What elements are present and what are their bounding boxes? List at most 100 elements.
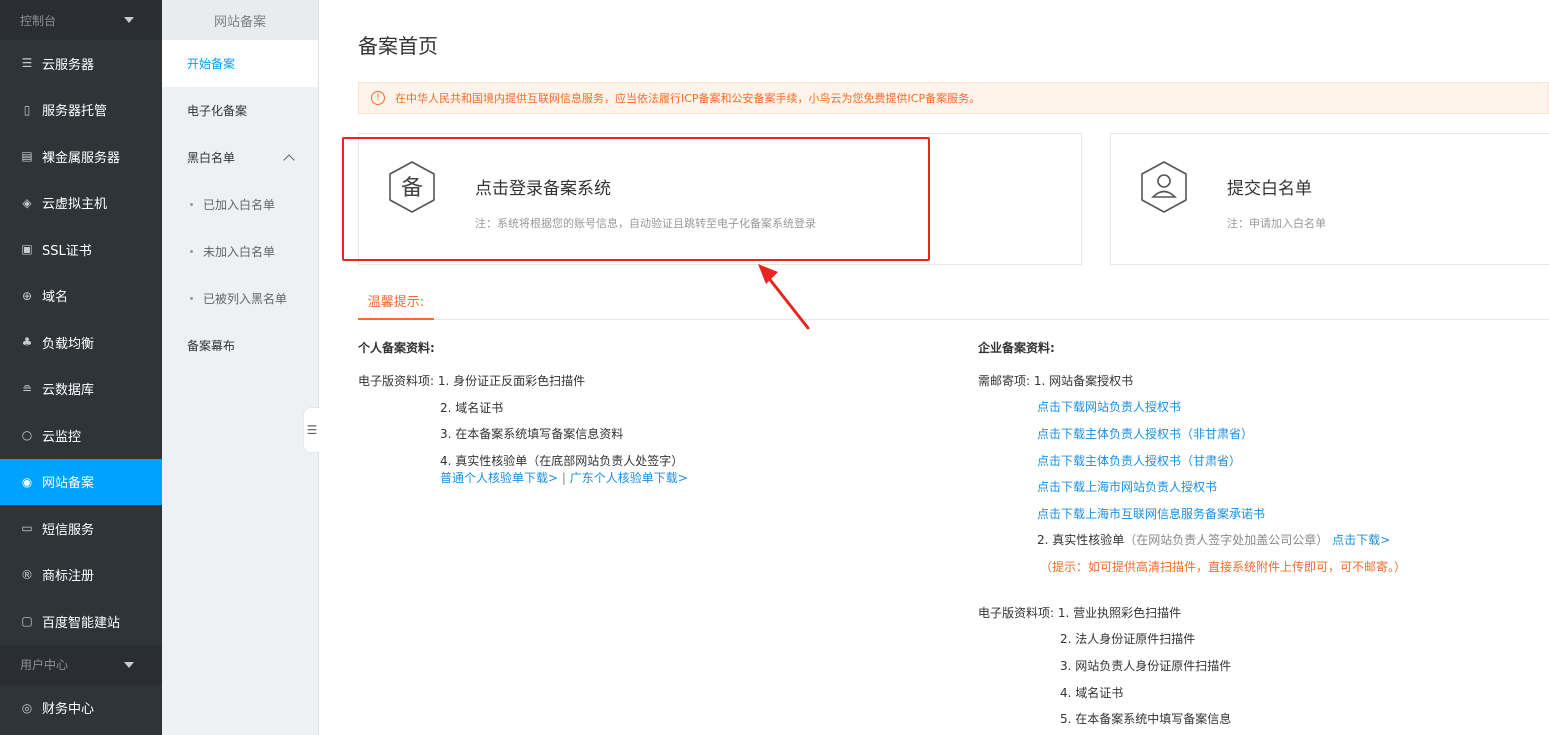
user-center-label: 用户中心 <box>20 658 69 672</box>
bullet-dot-icon <box>190 297 193 300</box>
sidebar-item-cloud-server[interactable]: ☰ 云服务器 <box>0 40 162 87</box>
enterprise-elec-item: 3. 网站负责人身份证原件扫描件 <box>1060 659 1232 673</box>
sidebar-item-label: 商标注册 <box>42 569 95 585</box>
download-verification-link[interactable]: 点击下载> <box>1332 533 1390 547</box>
enterprise-elec-item: 1. 营业执照彩色扫描件 <box>1057 606 1182 620</box>
sidebar-item-website-record[interactable]: ◉ 网站备案 <box>0 458 162 505</box>
download-shanghai-commitment-link[interactable]: 点击下载上海市互联网信息服务备案承诺书 <box>1037 505 1265 522</box>
enterprise-elec-label: 电子版资料项: <box>978 606 1055 620</box>
sidebar-item-hosting[interactable]: ▯ 服务器托管 <box>0 87 162 134</box>
site-builder-icon: ▢ <box>21 614 33 629</box>
caret-down-icon <box>124 661 134 668</box>
user-center-dropdown[interactable]: 用户中心 <box>0 644 162 685</box>
personal-item: 3. 在本备案系统填写备案信息资料 <box>440 427 624 441</box>
main-sidebar: 控制台 ☰ 云服务器 ▯ 服务器托管 ▤ 裸金属服务器 ◈ 云虚拟主机 ▣ SSL证书 ⊕… <box>0 0 162 735</box>
subnav-item-start[interactable]: 开始备案 <box>162 40 318 87</box>
sidebar-item-label: 服务器托管 <box>42 104 108 120</box>
sidebar-item-label: 云数据库 <box>42 383 95 399</box>
subnav-item-label: 开始备案 <box>187 57 236 71</box>
subnav-sub-whitelisted[interactable]: 已加入白名单 <box>162 181 318 228</box>
trademark-icon: ® <box>21 567 33 582</box>
sidebar-item-label: 财务中心 <box>42 702 95 718</box>
personal-links: 普通个人核验单下载> | 广东个人核验单下载> <box>440 469 688 486</box>
enterprise-elec-item: 4. 域名证书 <box>1060 686 1124 700</box>
monitor-icon: ○ <box>21 428 33 443</box>
download-shanghai-authorization-link[interactable]: 点击下载上海市网站负责人授权书 <box>1037 478 1217 495</box>
sidebar-item-bare-metal[interactable]: ▤ 裸金属服务器 <box>0 133 162 180</box>
database-icon: ≘ <box>21 381 33 396</box>
sidebar-item-domain[interactable]: ⊕ 域名 <box>0 273 162 320</box>
download-subject-authorization-non-gansu-link[interactable]: 点击下载主体负责人授权书（非甘肃省） <box>1037 425 1253 442</box>
sidebar-item-virtual-host[interactable]: ◈ 云虚拟主机 <box>0 180 162 227</box>
sidebar-item-label: 裸金属服务器 <box>42 150 121 166</box>
subnav-item-curtain[interactable]: 备案幕布 <box>162 322 318 369</box>
currency-icon: ◎ <box>21 700 33 715</box>
record-badge-icon: 备 <box>389 161 435 213</box>
cube-icon: ◈ <box>22 195 32 210</box>
sidebar-item-load-balance[interactable]: ♣ 负载均衡 <box>0 319 162 366</box>
subnav-sub-blacklisted[interactable]: 已被列入黑名单 <box>162 275 318 322</box>
normal-verification-download-link[interactable]: 普通个人核验单下载> <box>440 471 558 485</box>
subnav-item-blackwhite[interactable]: 黑白名单 <box>162 134 318 181</box>
link-separator: | <box>561 471 566 485</box>
sidebar-item-label: 云监控 <box>42 429 82 445</box>
record-icon: ◉ <box>21 474 33 489</box>
page-title: 备案首页 <box>358 34 438 58</box>
caret-down-icon <box>124 17 134 23</box>
notice-text: 在中华人民共和国境内提供互联网信息服务，应当依法履行ICP备案和公安备案手续，小… <box>395 92 981 105</box>
subnav-item-electronic[interactable]: 电子化备案 <box>162 87 318 134</box>
enterprise-elec-row: 电子版资料项: 1. 营业执照彩色扫描件 <box>978 604 1181 621</box>
enterprise-mail-item-2: 2. 真实性核验单（在网站负责人签字处加盖公司公章） 点击下载> <box>1037 531 1390 548</box>
tips-tabs: 温馨提示: <box>358 283 1549 320</box>
enterprise-mail-item: 1. 网站备案授权书 <box>1033 374 1134 388</box>
sidebar-item-sms[interactable]: ▭ 短信服务 <box>0 505 162 552</box>
tab-tips[interactable]: 温馨提示: <box>358 283 434 320</box>
personal-title: 个人备案资料: <box>358 341 435 355</box>
submit-whitelist-card[interactable]: 提交白名单 注：申请加入白名单 <box>1110 133 1549 265</box>
sidebar-item-trademark[interactable]: ® 商标注册 <box>0 552 162 599</box>
sidebar-item-monitor[interactable]: ○ 云监控 <box>0 412 162 459</box>
personal-row-1: 电子版资料项: 1. 身份证正反面彩色扫描件 <box>358 372 585 389</box>
card-note: 注：申请加入白名单 <box>1227 217 1326 230</box>
sidebar-item-label: 云服务器 <box>42 57 95 73</box>
subnav-item-label: 黑白名单 <box>187 151 236 165</box>
console-dropdown[interactable]: 控制台 <box>0 0 162 40</box>
sidebar-item-ssl[interactable]: ▣ SSL证书 <box>0 226 162 273</box>
subnav-sub-label: 已被列入黑名单 <box>203 292 288 306</box>
menu-icon: ☰ <box>306 423 318 437</box>
enterprise-mail-item: 2. 真实性核验单 <box>1037 533 1125 547</box>
collapse-subnav-button[interactable]: ☰ <box>303 407 320 453</box>
certificate-icon: ▣ <box>21 242 33 257</box>
enterprise-mail-note: （在网站负责人签字处加盖公司公章） <box>1124 533 1329 547</box>
subnav-item-label: 电子化备案 <box>187 104 248 118</box>
balance-icon: ♣ <box>21 335 33 350</box>
sidebar-item-label: 短信服务 <box>42 522 95 538</box>
chevron-up-icon <box>283 153 295 166</box>
login-record-system-card[interactable]: 备 点击登录备案系统 注：系统将根据您的账号信息，自动验证且跳转至电子化备案系统… <box>358 133 1082 265</box>
enterprise-title: 企业备案资料: <box>978 341 1055 355</box>
user-badge-icon <box>1141 161 1187 213</box>
message-icon: ▭ <box>21 521 33 536</box>
badge-char: 备 <box>401 176 423 201</box>
sidebar-item-label: SSL证书 <box>42 243 92 259</box>
enterprise-tip: （提示：如可提供高清扫描件，直接系统附件上传即可，可不邮寄。） <box>1040 560 1407 574</box>
sidebar-item-finance[interactable]: ◎ 财务中心 <box>0 685 162 732</box>
subnav-sub-not-whitelisted[interactable]: 未加入白名单 <box>162 228 318 275</box>
download-site-owner-authorization-link[interactable]: 点击下载网站负责人授权书 <box>1037 398 1181 415</box>
rack-icon: ▯ <box>23 102 31 117</box>
server-list-icon: ☰ <box>21 56 33 71</box>
red-arrow-icon <box>758 264 810 330</box>
sidebar-item-site-builder[interactable]: ▢ 百度智能建站 <box>0 598 162 645</box>
notice-banner: ! 在中华人民共和国境内提供互联网信息服务，应当依法履行ICP备案和公安备案手续… <box>358 82 1549 114</box>
enterprise-elec-item: 5. 在本备案系统中填写备案信息 <box>1060 712 1232 726</box>
bullet-dot-icon <box>190 203 193 206</box>
subnav-title: 网站备案 <box>162 0 318 40</box>
subnav-item-label: 备案幕布 <box>187 339 236 353</box>
sidebar-item-label: 百度智能建站 <box>42 615 121 631</box>
sidebar-item-database[interactable]: ≘ 云数据库 <box>0 366 162 413</box>
personal-item: 1. 身份证正反面彩色扫描件 <box>437 374 586 388</box>
download-subject-authorization-gansu-link[interactable]: 点击下载主体负责人授权书（甘肃省） <box>1037 452 1241 469</box>
enterprise-mail-label: 需邮寄项: <box>978 374 1031 388</box>
guangdong-verification-download-link[interactable]: 广东个人核验单下载> <box>570 471 688 485</box>
enterprise-elec-item: 2. 法人身份证原件扫描件 <box>1060 632 1196 646</box>
